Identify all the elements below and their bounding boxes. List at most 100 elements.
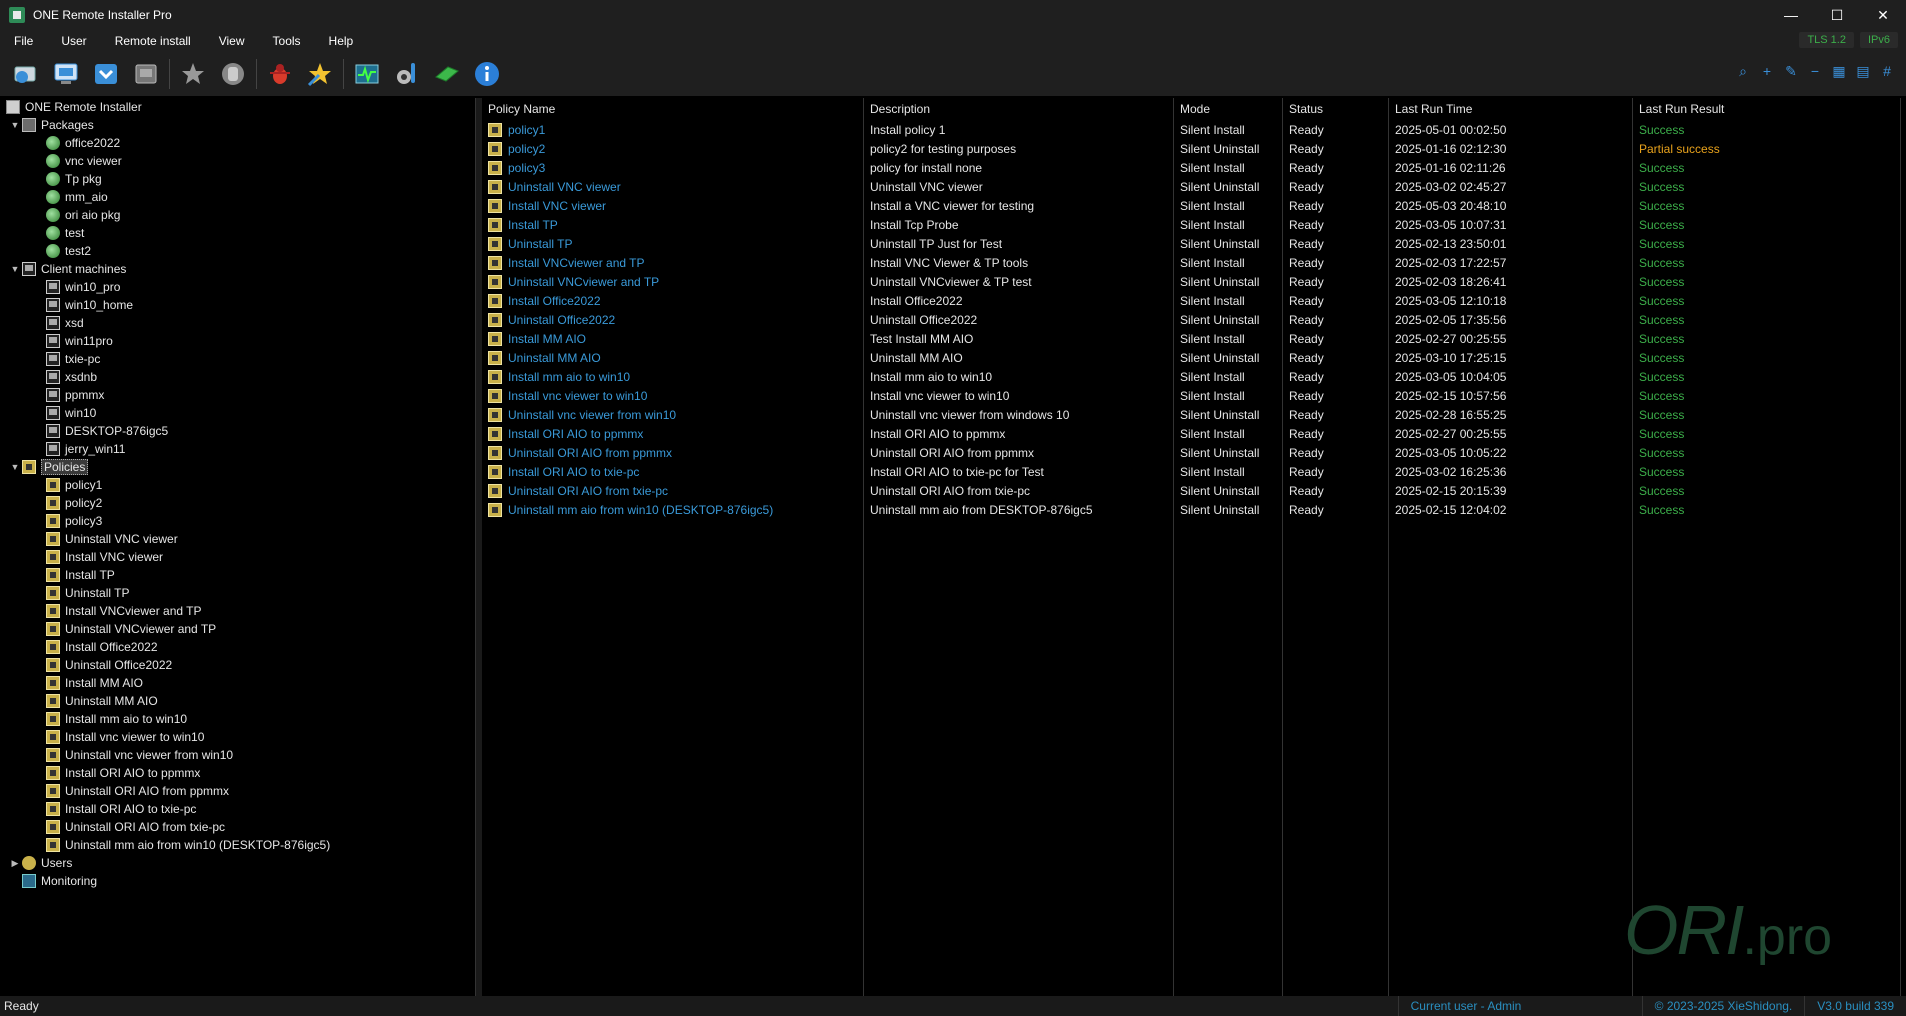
tree-policy-item[interactable]: policy2 <box>0 494 475 512</box>
tree-policy-item[interactable]: Uninstall ORI AIO from txie-pc <box>0 818 475 836</box>
star-icon[interactable] <box>300 54 340 94</box>
table-row[interactable]: policy3 policy for install none Silent Ins… <box>482 158 1906 177</box>
table-row[interactable]: Uninstall MM AIO Uninstall MM AIO Silent U… <box>482 348 1906 367</box>
tree-policy-item[interactable]: Uninstall VNCviewer and TP <box>0 620 475 638</box>
tree-policy-item[interactable]: Uninstall vnc viewer from win10 <box>0 746 475 764</box>
table-row[interactable]: Install MM AIO Test Install MM AIO Silent … <box>482 329 1906 348</box>
policy-name-link[interactable]: Uninstall vnc viewer from win10 <box>508 408 676 422</box>
table-row[interactable]: Uninstall VNCviewer and TP Uninstall VNCv… <box>482 272 1906 291</box>
policy-name-link[interactable]: Uninstall ORI AIO from txie-pc <box>508 484 668 498</box>
policy-name-link[interactable]: policy2 <box>508 142 545 156</box>
chevron-down-icon[interactable]: ▼ <box>8 462 22 472</box>
policy-name-link[interactable]: Install TP <box>508 218 558 232</box>
table-row[interactable]: Install vnc viewer to win10 Install vnc v… <box>482 386 1906 405</box>
tree-root[interactable]: ONE Remote Installer <box>0 98 475 116</box>
tree-client-item[interactable]: jerry_win11 <box>0 440 475 458</box>
search-icon[interactable]: ⌕ <box>1734 62 1752 80</box>
column-header-policy-name[interactable]: Policy Name <box>482 100 864 118</box>
tree-client-item[interactable]: win11pro <box>0 332 475 350</box>
tree-client-item[interactable]: DESKTOP-876igc5 <box>0 422 475 440</box>
tree-monitoring[interactable]: Monitoring <box>0 872 475 890</box>
tree-policy-item[interactable]: Install VNCviewer and TP <box>0 602 475 620</box>
column-header-status[interactable]: Status <box>1283 100 1389 118</box>
tree-policy-item[interactable]: policy3 <box>0 512 475 530</box>
tree-client-item[interactable]: xsdnb <box>0 368 475 386</box>
menu-user[interactable]: User <box>47 30 100 52</box>
tree-client-item[interactable]: xsd <box>0 314 475 332</box>
maximize-button[interactable]: ☐ <box>1814 0 1860 30</box>
tree-package-item[interactable]: ori aio pkg <box>0 206 475 224</box>
table-row[interactable]: policy1 Install policy 1 Silent Install Rea… <box>482 120 1906 139</box>
tree-package-item[interactable]: test <box>0 224 475 242</box>
table-row[interactable]: Install TP Install Tcp Probe Silent Instal… <box>482 215 1906 234</box>
discover-icon[interactable] <box>6 54 46 94</box>
tree-client-item[interactable]: win10_home <box>0 296 475 314</box>
policy-name-link[interactable]: policy3 <box>508 161 545 175</box>
chevron-down-icon[interactable]: ▼ <box>8 264 22 274</box>
remove-icon[interactable]: − <box>1806 62 1824 80</box>
tree-clients[interactable]: ▼ Client machines <box>0 260 475 278</box>
table-row[interactable]: Install mm aio to win10 Install mm aio to… <box>482 367 1906 386</box>
policy-name-link[interactable]: Install MM AIO <box>508 332 586 346</box>
policy-name-link[interactable]: Install ORI AIO to txie-pc <box>508 465 639 479</box>
tree-policy-item[interactable]: Uninstall MM AIO <box>0 692 475 710</box>
tree-package-item[interactable]: vnc viewer <box>0 152 475 170</box>
policy-name-link[interactable]: Uninstall VNCviewer and TP <box>508 275 659 289</box>
tree-users[interactable]: ▶ Users <box>0 854 475 872</box>
menu-help[interactable]: Help <box>315 30 368 52</box>
table-row[interactable]: Install Office2022 Install Office2022 Sile… <box>482 291 1906 310</box>
tree-policy-item[interactable]: Install ORI AIO to txie-pc <box>0 800 475 818</box>
policy-name-link[interactable]: Uninstall MM AIO <box>508 351 601 365</box>
column-header-mode[interactable]: Mode <box>1174 100 1283 118</box>
settings-icon[interactable] <box>387 54 427 94</box>
tree-client-item[interactable]: win10_pro <box>0 278 475 296</box>
tree-policy-item[interactable]: Install TP <box>0 566 475 584</box>
tree-policy-item[interactable]: Install mm aio to win10 <box>0 710 475 728</box>
tree-policy-item[interactable]: Install Office2022 <box>0 638 475 656</box>
small-grid-icon[interactable]: ▤ <box>1854 62 1872 80</box>
table-row[interactable]: Install ORI AIO to txie-pc Install ORI AI… <box>482 462 1906 481</box>
tree-client-item[interactable]: txie-pc <box>0 350 475 368</box>
minimize-button[interactable]: — <box>1768 0 1814 30</box>
policy-name-link[interactable]: Uninstall mm aio from win10 (DESKTOP-876… <box>508 503 773 517</box>
table-row[interactable]: Uninstall ORI AIO from ppmmx Uninstall OR… <box>482 443 1906 462</box>
uninstall-icon[interactable] <box>126 54 166 94</box>
tree-policies[interactable]: ▼ Policies <box>0 458 475 476</box>
add-icon[interactable]: + <box>1758 62 1776 80</box>
tree-policy-item[interactable]: Uninstall VNC viewer <box>0 530 475 548</box>
tree-policy-item[interactable]: Uninstall mm aio from win10 (DESKTOP-876… <box>0 836 475 854</box>
table-row[interactable]: Uninstall vnc viewer from win10 Uninstall… <box>482 405 1906 424</box>
favorite-icon[interactable] <box>173 54 213 94</box>
close-button[interactable]: ✕ <box>1860 0 1906 30</box>
table-row[interactable]: policy2 policy2 for testing purposes Silen… <box>482 139 1906 158</box>
tree-policy-item[interactable]: Uninstall ORI AIO from ppmmx <box>0 782 475 800</box>
edit-icon[interactable]: ✎ <box>1782 62 1800 80</box>
table-row[interactable]: Uninstall ORI AIO from txie-pc Uninstall … <box>482 481 1906 500</box>
column-header-description[interactable]: Description <box>864 100 1174 118</box>
policy-name-link[interactable]: Install ORI AIO to ppmmx <box>508 427 643 441</box>
info-icon[interactable] <box>467 54 507 94</box>
policy-name-link[interactable]: Uninstall Office2022 <box>508 313 615 327</box>
table-row[interactable]: Uninstall VNC viewer Uninstall VNC viewer… <box>482 177 1906 196</box>
menu-view[interactable]: View <box>205 30 259 52</box>
tree-package-item[interactable]: office2022 <box>0 134 475 152</box>
install-icon[interactable] <box>86 54 126 94</box>
tree-client-item[interactable]: ppmmx <box>0 386 475 404</box>
tree-policy-item[interactable]: Install ORI AIO to ppmmx <box>0 764 475 782</box>
policy-name-link[interactable]: Install VNCviewer and TP <box>508 256 645 270</box>
column-header-last-run-result[interactable]: Last Run Result <box>1633 100 1901 118</box>
table-row[interactable]: Uninstall Office2022 Uninstall Office2022… <box>482 310 1906 329</box>
license-icon[interactable] <box>427 54 467 94</box>
tree-policy-item[interactable]: Uninstall Office2022 <box>0 656 475 674</box>
large-grid-icon[interactable]: ▦ <box>1830 62 1848 80</box>
tree-package-item[interactable]: mm_aio <box>0 188 475 206</box>
policy-name-link[interactable]: Uninstall VNC viewer <box>508 180 621 194</box>
hash-icon[interactable]: # <box>1878 62 1896 80</box>
policy-name-link[interactable]: Install vnc viewer to win10 <box>508 389 647 403</box>
table-row[interactable]: Uninstall mm aio from win10 (DESKTOP-876… <box>482 500 1906 519</box>
column-header-last-run-time[interactable]: Last Run Time <box>1389 100 1633 118</box>
table-row[interactable]: Install VNC viewer Install a VNC viewer f… <box>482 196 1906 215</box>
tree-client-item[interactable]: win10 <box>0 404 475 422</box>
tree-policy-item[interactable]: policy1 <box>0 476 475 494</box>
table-row[interactable]: Uninstall TP Uninstall TP Just for Test Si… <box>482 234 1906 253</box>
